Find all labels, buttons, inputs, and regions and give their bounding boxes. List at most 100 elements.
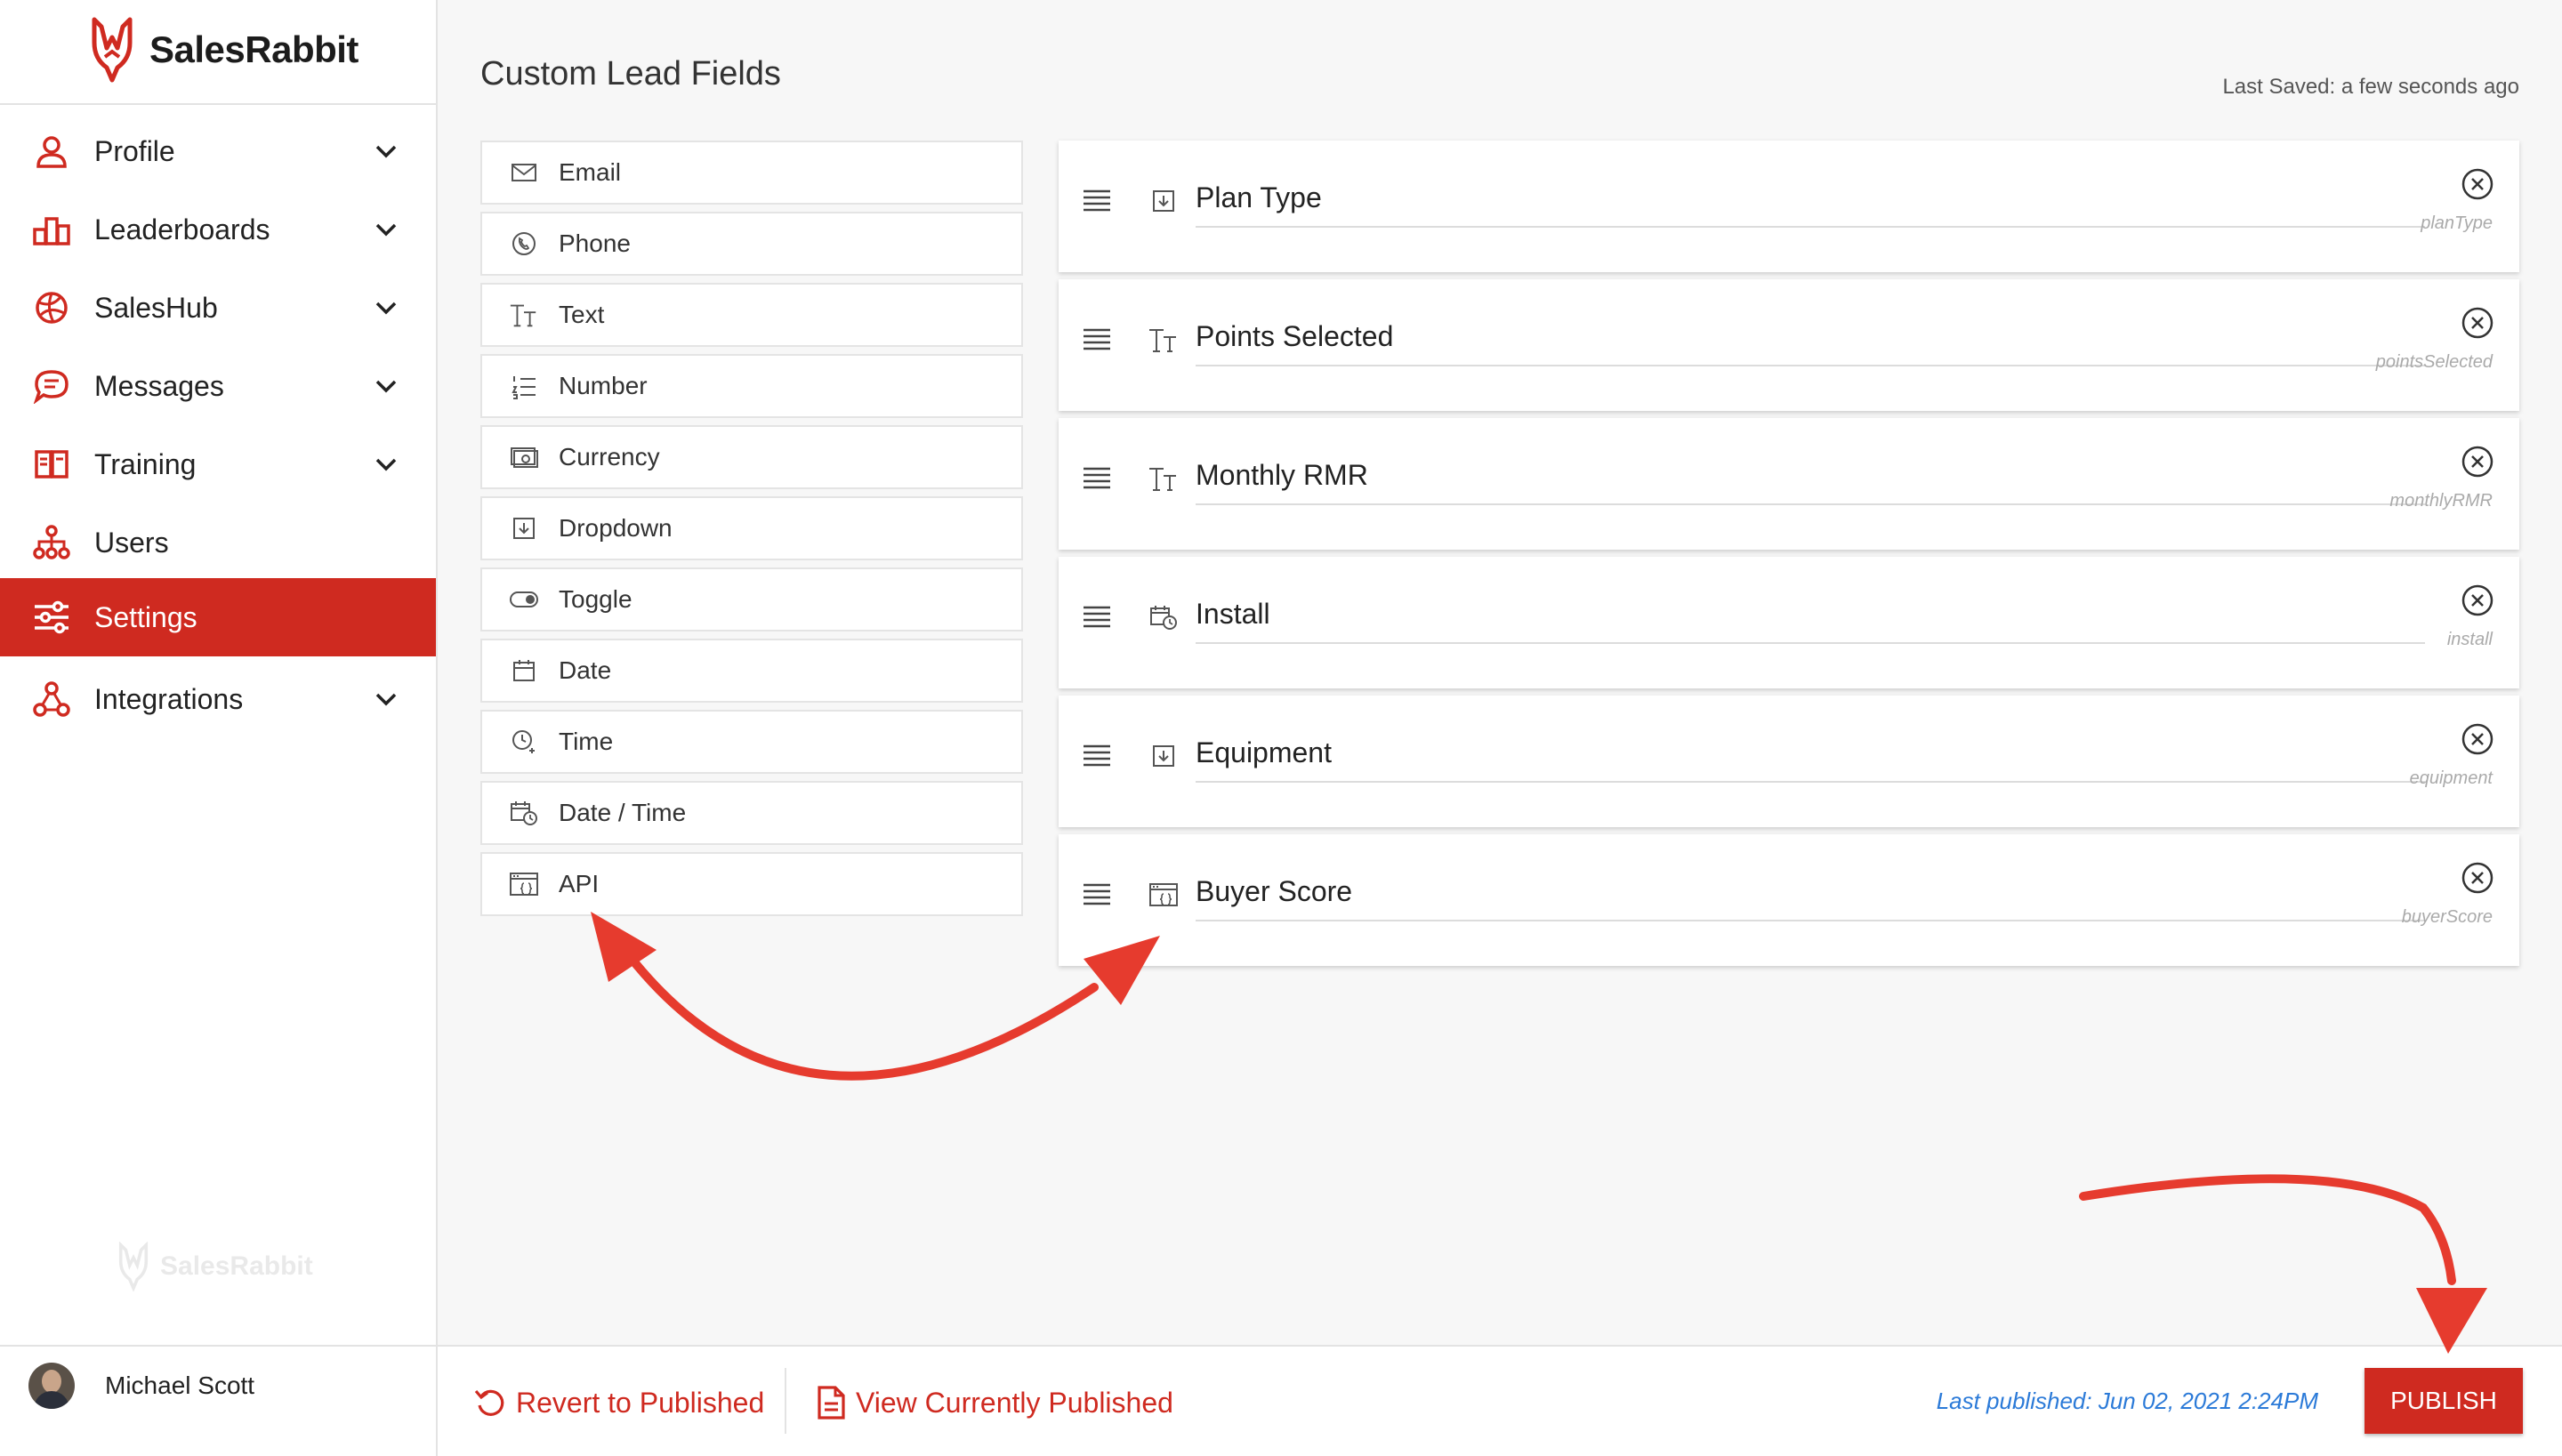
- chevron-down-icon[interactable]: [372, 294, 400, 322]
- sidebar-item-users[interactable]: Users: [0, 503, 436, 582]
- leaderboard-icon: [30, 208, 73, 251]
- palette-item-number[interactable]: Number: [480, 354, 1023, 418]
- sidebar-item-label: Integrations: [94, 682, 244, 715]
- sidebar-item-label: SalesHub: [94, 291, 218, 324]
- last-published-status: Last published: Jun 02, 2021 2:24PM: [1936, 1388, 2318, 1414]
- palette-item-label: Currency: [559, 443, 660, 471]
- drag-handle-icon[interactable]: [1082, 187, 1112, 213]
- sidebar-item-label: Settings: [94, 600, 197, 633]
- last-saved-status: Last Saved: a few seconds ago: [2222, 75, 2519, 100]
- message-icon: [30, 365, 73, 407]
- datetime-icon: [1148, 601, 1180, 633]
- sidebar-item-label: Users: [94, 526, 169, 559]
- sidebar-item-saleshub[interactable]: SalesHub: [0, 269, 436, 347]
- app-logo[interactable]: SalesRabbit: [87, 16, 359, 84]
- remove-field-icon[interactable]: [2461, 583, 2494, 617]
- drag-handle-icon[interactable]: [1082, 603, 1112, 630]
- sidebar-item-label: Training: [94, 447, 197, 480]
- datetime-icon: [509, 798, 539, 828]
- field-name[interactable]: Install: [1196, 598, 1270, 631]
- chevron-down-icon[interactable]: [372, 215, 400, 244]
- palette-item-date[interactable]: Date: [480, 639, 1023, 703]
- field-key: buyerScore: [2401, 907, 2493, 927]
- text-icon: [1148, 324, 1180, 356]
- field-card[interactable]: Buyer Score buyerScore: [1059, 834, 2519, 966]
- sidebar-item-label: Messages: [94, 369, 224, 402]
- palette-item-currency[interactable]: Currency: [480, 425, 1023, 489]
- field-card[interactable]: Plan Type planType: [1059, 141, 2519, 272]
- chevron-down-icon[interactable]: [372, 450, 400, 479]
- publish-button[interactable]: PUBLISH: [2365, 1368, 2523, 1434]
- sidebar-item-messages[interactable]: Messages: [0, 347, 436, 425]
- palette-item-toggle[interactable]: Toggle: [480, 567, 1023, 631]
- remove-field-icon[interactable]: [2461, 306, 2494, 340]
- sidebar-item-label: Leaderboards: [94, 213, 270, 245]
- sidebar-item-profile[interactable]: Profile: [0, 112, 436, 190]
- palette-item-dropdown[interactable]: Dropdown: [480, 496, 1023, 560]
- field-card[interactable]: Install install: [1059, 557, 2519, 688]
- rabbit-logo-icon: [118, 1242, 149, 1291]
- palette-item-date-time[interactable]: Date / Time: [480, 781, 1023, 845]
- view-currently-published-button[interactable]: View Currently Published: [815, 1380, 1173, 1425]
- sidebar: SalesRabbit Profile Leaderboards SalesHu…: [0, 0, 438, 1456]
- field-name[interactable]: Plan Type: [1196, 181, 1322, 214]
- view-published-label: View Currently Published: [856, 1386, 1173, 1419]
- avatar[interactable]: [28, 1362, 75, 1409]
- annotation-curved-arrow: [618, 943, 1099, 1081]
- sidebar-item-training[interactable]: Training: [0, 425, 436, 503]
- action-bar: Revert to Published View Currently Publi…: [438, 1345, 2562, 1456]
- user-profile-bar[interactable]: Michael Scott: [0, 1345, 436, 1456]
- drag-handle-icon[interactable]: [1082, 326, 1112, 352]
- field-name[interactable]: Points Selected: [1196, 320, 1393, 353]
- annotation-publish-arrow: [2079, 1174, 2456, 1285]
- sidebar-item-settings[interactable]: Settings: [0, 578, 436, 656]
- remove-field-icon[interactable]: [2461, 722, 2494, 756]
- palette-item-api[interactable]: API: [480, 852, 1023, 916]
- globe-icon: [30, 286, 73, 329]
- field-name[interactable]: Buyer Score: [1196, 875, 1352, 908]
- field-underline: [1196, 226, 2425, 228]
- palette-item-label: Number: [559, 372, 648, 399]
- field-name[interactable]: Monthly RMR: [1196, 459, 1368, 492]
- revert-icon: [474, 1389, 504, 1416]
- sidebar-item-leaderboards[interactable]: Leaderboards: [0, 190, 436, 269]
- sidebar-item-label: Profile: [94, 134, 175, 167]
- drag-handle-icon[interactable]: [1082, 881, 1112, 907]
- drag-handle-icon[interactable]: [1082, 742, 1112, 768]
- remove-field-icon[interactable]: [2461, 167, 2494, 201]
- palette-item-text[interactable]: Text: [480, 283, 1023, 347]
- field-key: monthlyRMR: [2389, 491, 2493, 511]
- field-name[interactable]: Equipment: [1196, 736, 1332, 769]
- text-icon: [509, 300, 539, 330]
- palette-item-time[interactable]: Time: [480, 710, 1023, 774]
- palette-item-phone[interactable]: Phone: [480, 212, 1023, 276]
- chevron-down-icon[interactable]: [372, 685, 400, 713]
- remove-field-icon[interactable]: [2461, 861, 2494, 895]
- divider: [785, 1368, 786, 1434]
- field-key: pointsSelected: [2375, 352, 2493, 372]
- last-saved-label: Last Saved:: [2222, 75, 2336, 99]
- clock-icon: [509, 727, 539, 757]
- rabbit-logo-icon: [92, 17, 133, 83]
- palette-item-email[interactable]: Email: [480, 141, 1023, 205]
- field-key: equipment: [2409, 768, 2493, 788]
- field-card[interactable]: Equipment equipment: [1059, 696, 2519, 827]
- sidebar-nav: Profile Leaderboards SalesHub Messages T…: [0, 112, 436, 738]
- chevron-down-icon[interactable]: [372, 372, 400, 400]
- field-card[interactable]: Points Selected pointsSelected: [1059, 279, 2519, 411]
- last-saved-value: a few seconds ago: [2340, 75, 2519, 99]
- revert-to-published-button[interactable]: Revert to Published: [473, 1380, 764, 1425]
- chevron-down-icon[interactable]: [372, 137, 400, 165]
- user-name: Michael Scott: [105, 1371, 255, 1399]
- palette-item-label: Date / Time: [559, 799, 687, 826]
- field-key: planType: [2421, 213, 2493, 233]
- field-underline: [1196, 503, 2425, 505]
- email-icon: [509, 157, 539, 188]
- remove-field-icon[interactable]: [2461, 445, 2494, 479]
- sliders-icon: [30, 596, 73, 639]
- sidebar-item-integrations[interactable]: Integrations: [0, 660, 436, 738]
- field-card[interactable]: Monthly RMR monthlyRMR: [1059, 418, 2519, 550]
- app-name: SalesRabbit: [149, 28, 359, 70]
- drag-handle-icon[interactable]: [1082, 464, 1112, 491]
- field-underline: [1196, 781, 2425, 783]
